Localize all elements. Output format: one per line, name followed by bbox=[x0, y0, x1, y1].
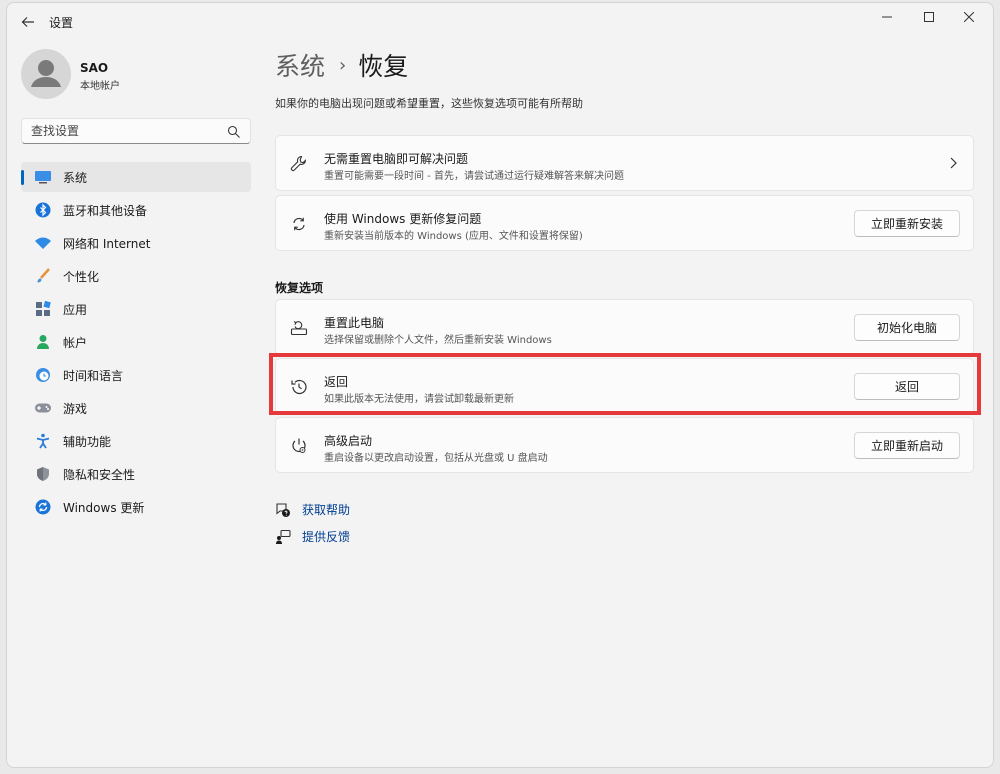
breadcrumb: 系统 › 恢复 bbox=[275, 47, 408, 83]
sidebar-nav: 系统 蓝牙和其他设备 网络和 Internet 个性化 应用 帐户 时间和语言 bbox=[21, 162, 251, 525]
restart-now-button[interactable]: 立即重新启动 bbox=[854, 432, 960, 459]
sidebar-item-label: 应用 bbox=[63, 302, 88, 317]
sidebar-item-label: 个性化 bbox=[63, 269, 100, 284]
feedback-icon bbox=[275, 529, 291, 545]
sidebar-item-network[interactable]: 网络和 Internet bbox=[21, 228, 251, 258]
wifi-icon bbox=[34, 234, 52, 252]
wrench-icon bbox=[289, 154, 309, 174]
sidebar-item-personalization[interactable]: 个性化 bbox=[21, 261, 251, 291]
get-help-link[interactable]: 获取帮助 bbox=[275, 501, 350, 518]
give-feedback-label: 提供反馈 bbox=[302, 530, 351, 544]
sidebar-item-label: 网络和 Internet bbox=[63, 236, 151, 251]
maximize-icon bbox=[924, 12, 934, 22]
breadcrumb-separator: › bbox=[339, 54, 347, 76]
settings-window: 设置 SAO 本地帐户 系统 蓝牙和其他设备 网络和 Internet bbox=[6, 2, 994, 768]
close-button[interactable] bbox=[949, 3, 989, 31]
arrow-left-icon bbox=[21, 17, 34, 27]
section-title: 恢复选项 bbox=[275, 281, 324, 295]
page-description: 如果你的电脑出现问题或希望重置，这些恢复选项可能有所帮助 bbox=[275, 97, 583, 110]
card-title: 高级启动 bbox=[324, 434, 373, 448]
windows-update-fix-card: 使用 Windows 更新修复问题 重新安装当前版本的 Windows (应用、… bbox=[275, 195, 974, 251]
sidebar-item-label: 隐私和安全性 bbox=[63, 467, 136, 482]
sidebar-item-label: 帐户 bbox=[63, 335, 88, 350]
card-subtitle: 重启设备以更改启动设置，包括从光盘或 U 盘启动 bbox=[324, 453, 548, 464]
sidebar-item-accessibility[interactable]: 辅助功能 bbox=[21, 426, 251, 456]
sidebar-item-label: 辅助功能 bbox=[63, 434, 112, 449]
sidebar-item-privacy[interactable]: 隐私和安全性 bbox=[21, 459, 251, 489]
help-icon bbox=[275, 502, 291, 518]
close-icon bbox=[964, 12, 974, 22]
maximize-button[interactable] bbox=[909, 3, 949, 31]
minimize-icon bbox=[882, 16, 892, 18]
reset-pc-icon bbox=[289, 318, 309, 338]
card-subtitle: 重置可能需要一段时间 - 首先，请尝试通过运行疑难解答来解决问题 bbox=[324, 171, 624, 182]
chevron-right-icon[interactable] bbox=[947, 156, 959, 170]
user-name: SAO bbox=[80, 61, 109, 75]
get-help-label: 获取帮助 bbox=[302, 503, 351, 517]
advanced-startup-card: 高级启动 重启设备以更改启动设置，包括从光盘或 U 盘启动 立即重新启动 bbox=[275, 417, 974, 473]
search-input[interactable] bbox=[22, 119, 212, 143]
card-title: 无需重置电脑即可解决问题 bbox=[324, 152, 469, 166]
user-icon bbox=[31, 60, 61, 87]
title-bar: 设置 bbox=[7, 3, 993, 39]
app-title: 设置 bbox=[49, 16, 74, 30]
highlight-box bbox=[269, 353, 981, 415]
reinstall-now-button[interactable]: 立即重新安装 bbox=[854, 210, 960, 237]
page-title: 恢复 bbox=[358, 52, 409, 81]
sidebar-item-label: 蓝牙和其他设备 bbox=[63, 203, 148, 218]
apps-icon bbox=[34, 300, 52, 318]
paintbrush-icon bbox=[34, 267, 52, 285]
account-icon bbox=[34, 333, 52, 351]
shield-icon bbox=[34, 465, 52, 483]
card-subtitle: 选择保留或删除个人文件，然后重新安装 Windows bbox=[324, 335, 552, 346]
breadcrumb-parent[interactable]: 系统 bbox=[275, 47, 325, 83]
sidebar-item-bluetooth[interactable]: 蓝牙和其他设备 bbox=[21, 195, 251, 225]
card-title: 使用 Windows 更新修复问题 bbox=[324, 212, 482, 226]
sidebar-item-label: Windows 更新 bbox=[63, 500, 145, 515]
bluetooth-icon bbox=[34, 201, 52, 219]
advanced-startup-icon bbox=[289, 436, 309, 456]
gamepad-icon bbox=[34, 399, 52, 417]
card-subtitle: 重新安装当前版本的 Windows (应用、文件和设置将保留) bbox=[324, 231, 583, 242]
sidebar-item-label: 游戏 bbox=[63, 401, 88, 416]
sidebar-item-system[interactable]: 系统 bbox=[21, 162, 251, 192]
troubleshoot-card[interactable]: 无需重置电脑即可解决问题 重置可能需要一段时间 - 首先，请尝试通过运行疑难解答… bbox=[275, 135, 974, 191]
accessibility-icon bbox=[34, 432, 52, 450]
search-box bbox=[21, 118, 251, 144]
avatar[interactable] bbox=[21, 49, 71, 99]
reset-pc-button[interactable]: 初始化电脑 bbox=[854, 314, 960, 341]
sidebar-item-accounts[interactable]: 帐户 bbox=[21, 327, 251, 357]
search-icon bbox=[227, 125, 240, 138]
sidebar-item-gaming[interactable]: 游戏 bbox=[21, 393, 251, 423]
sidebar-item-time-language[interactable]: 时间和语言 bbox=[21, 360, 251, 390]
sync-icon bbox=[289, 214, 309, 234]
card-title: 重置此电脑 bbox=[324, 316, 385, 330]
system-icon bbox=[34, 168, 52, 186]
back-button[interactable] bbox=[17, 11, 39, 33]
give-feedback-link[interactable]: 提供反馈 bbox=[275, 528, 350, 545]
windows-update-icon bbox=[34, 498, 52, 516]
minimize-button[interactable] bbox=[867, 3, 907, 31]
sidebar-item-label: 系统 bbox=[63, 170, 88, 185]
sidebar-item-label: 时间和语言 bbox=[63, 368, 124, 383]
sidebar-item-apps[interactable]: 应用 bbox=[21, 294, 251, 324]
time-language-icon bbox=[34, 366, 52, 384]
sidebar-item-windows-update[interactable]: Windows 更新 bbox=[21, 492, 251, 522]
account-type: 本地帐户 bbox=[80, 81, 120, 92]
reset-pc-card: 重置此电脑 选择保留或删除个人文件，然后重新安装 Windows 初始化电脑 bbox=[275, 299, 974, 355]
